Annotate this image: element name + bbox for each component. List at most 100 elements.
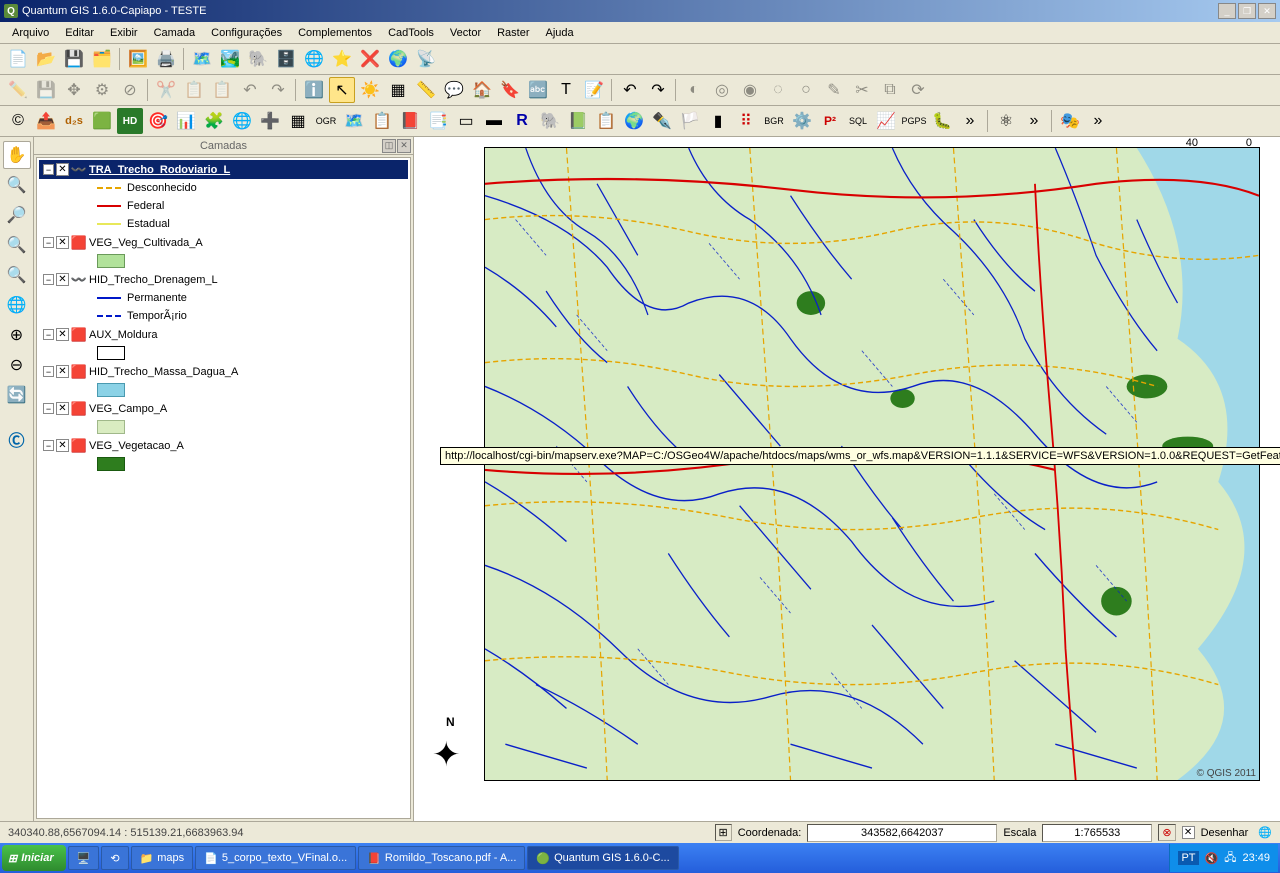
- open-project-icon[interactable]: 📂: [33, 46, 59, 72]
- add-wfs-icon[interactable]: 🌍: [385, 46, 411, 72]
- panel-undock-icon[interactable]: ◫: [382, 139, 396, 153]
- export-icon[interactable]: 📤: [33, 108, 59, 134]
- redo-icon[interactable]: ↷: [265, 77, 291, 103]
- move-feature-icon[interactable]: ✥: [61, 77, 87, 103]
- layer-veg-vegetacao[interactable]: − ✕ 🟥 VEG_Vegetacao_A: [39, 436, 408, 455]
- save-as-icon[interactable]: 🗂️: [89, 46, 115, 72]
- taskbar-item-doc[interactable]: 📄 5_corpo_texto_VFinal.o...: [195, 846, 356, 870]
- plugin-pdf-icon[interactable]: 📕: [397, 108, 423, 134]
- layer-checkbox[interactable]: ✕: [56, 273, 69, 286]
- panel-close-icon[interactable]: ✕: [397, 139, 411, 153]
- menu-camada[interactable]: Camada: [146, 24, 204, 42]
- select-icon[interactable]: ↖: [329, 77, 355, 103]
- redo2-icon[interactable]: ↷: [645, 77, 671, 103]
- add-raster-icon[interactable]: 🏞️: [217, 46, 243, 72]
- addring-icon[interactable]: ◎: [709, 77, 735, 103]
- menu-vector[interactable]: Vector: [442, 24, 489, 42]
- remove-layer-icon[interactable]: ❌: [357, 46, 383, 72]
- pan-icon[interactable]: ✋: [3, 141, 31, 169]
- collapse-icon[interactable]: −: [43, 237, 54, 248]
- measure-icon[interactable]: 📏: [413, 77, 439, 103]
- menu-cadtools[interactable]: CadTools: [380, 24, 442, 42]
- hd-icon[interactable]: HD: [117, 108, 143, 134]
- layer-hid-massa-dagua[interactable]: − ✕ 🟥 HID_Trecho_Massa_Dagua_A: [39, 362, 408, 381]
- simplify-icon[interactable]: ◐: [681, 77, 707, 103]
- quicklaunch-icon[interactable]: 🖥️: [68, 846, 100, 870]
- add-wms-icon[interactable]: 🌐: [301, 46, 327, 72]
- menu-arquivo[interactable]: Arquivo: [4, 24, 57, 42]
- plugin-mask-icon[interactable]: 🎭: [1057, 108, 1083, 134]
- form-annotation-icon[interactable]: 📝: [581, 77, 607, 103]
- copyright-icon[interactable]: ©: [5, 108, 31, 134]
- undo-icon[interactable]: ↶: [237, 77, 263, 103]
- lang-indicator[interactable]: PT: [1178, 851, 1198, 865]
- zoom-out-icon[interactable]: 🔎: [3, 201, 31, 229]
- taskbar-item-qgis[interactable]: 🟢 Quantum GIS 1.6.0-C...: [527, 846, 678, 870]
- addpart-icon[interactable]: ◉: [737, 77, 763, 103]
- plugin-table-icon[interactable]: 📋: [593, 108, 619, 134]
- plugin-plus-icon[interactable]: ➕: [257, 108, 283, 134]
- bookmark-icon[interactable]: 🔖: [497, 77, 523, 103]
- print-icon[interactable]: 🖨️: [153, 46, 179, 72]
- plugin-more3-icon[interactable]: »: [1085, 108, 1111, 134]
- plugin-grid-icon[interactable]: ▦: [285, 108, 311, 134]
- plugin-ogr-icon[interactable]: OGR: [313, 108, 339, 134]
- plugin-gear-icon[interactable]: ⚙️: [789, 108, 815, 134]
- plugin-sql-icon[interactable]: SQL: [845, 108, 871, 134]
- layer-hid-drenagem[interactable]: − ✕ 〰️ HID_Trecho_Drenagem_L: [39, 270, 408, 289]
- identify-icon[interactable]: ℹ️: [301, 77, 327, 103]
- cut-icon[interactable]: ✂️: [153, 77, 179, 103]
- tray-icon[interactable]: 🔇: [1205, 852, 1219, 865]
- projection-icon[interactable]: 🌐: [1254, 826, 1276, 839]
- layer-aux-moldura[interactable]: − ✕ 🟥 AUX_Moldura: [39, 325, 408, 344]
- layer-tree[interactable]: − ✕ 〰️ TRA_Trecho_Rodoviario_L Desconhec…: [36, 157, 411, 819]
- plugin-rect-icon[interactable]: ▭: [453, 108, 479, 134]
- plugin-flag-icon[interactable]: 🏳️: [677, 108, 703, 134]
- tray-icon[interactable]: 🖧: [1224, 849, 1236, 868]
- histogram-icon[interactable]: 📊: [173, 108, 199, 134]
- reshape-icon[interactable]: ✎: [821, 77, 847, 103]
- plugin-paste-icon[interactable]: 📋: [369, 108, 395, 134]
- maximize-button[interactable]: ❐: [1238, 3, 1256, 19]
- info-c-icon[interactable]: Ⓒ: [3, 425, 31, 453]
- maptips-icon[interactable]: 💬: [441, 77, 467, 103]
- new-shapefile-icon[interactable]: ⭐: [329, 46, 355, 72]
- layer-checkbox[interactable]: ✕: [56, 439, 69, 452]
- close-button[interactable]: ✕: [1258, 3, 1276, 19]
- plugin-barcode-icon[interactable]: ▮: [705, 108, 731, 134]
- plugin-graph-icon[interactable]: 📈: [873, 108, 899, 134]
- taskbar-item-pdf[interactable]: 📕 Romildo_Toscano.pdf - A...: [358, 846, 525, 870]
- deletepart-icon[interactable]: ○: [793, 77, 819, 103]
- plugin-more-icon[interactable]: »: [957, 108, 983, 134]
- quicklaunch-icon[interactable]: ⟲: [101, 846, 128, 870]
- scale-input[interactable]: [1047, 827, 1147, 839]
- merge-icon[interactable]: ⧉: [877, 77, 903, 103]
- new-project-icon[interactable]: 📄: [5, 46, 31, 72]
- menu-editar[interactable]: Editar: [57, 24, 102, 42]
- edit-toggle-icon[interactable]: ✏️: [5, 77, 31, 103]
- layer-veg-campo[interactable]: − ✕ 🟥 VEG_Campo_A: [39, 399, 408, 418]
- plugin-bgr-icon[interactable]: BGR: [761, 108, 787, 134]
- zoom-last-icon[interactable]: ⊕: [3, 321, 31, 349]
- minimize-button[interactable]: _: [1218, 3, 1236, 19]
- copy-icon[interactable]: 📋: [181, 77, 207, 103]
- undo2-icon[interactable]: ↶: [617, 77, 643, 103]
- annotation-icon[interactable]: T: [553, 77, 579, 103]
- zoom-in-icon[interactable]: 🔍: [3, 171, 31, 199]
- refresh-icon[interactable]: 🔄: [3, 381, 31, 409]
- system-tray[interactable]: PT 🔇 🖧 23:49: [1169, 844, 1278, 872]
- collapse-icon[interactable]: −: [43, 164, 54, 175]
- menu-configuracoes[interactable]: Configurações: [203, 24, 290, 42]
- save-project-icon[interactable]: 💾: [61, 46, 87, 72]
- deletering-icon[interactable]: ◌: [765, 77, 791, 103]
- add-vector-icon[interactable]: 🗺️: [189, 46, 215, 72]
- collapse-icon[interactable]: −: [43, 403, 54, 414]
- plugin-nodes-icon[interactable]: ⚛: [993, 108, 1019, 134]
- plugin-layer-icon[interactable]: 🧩: [201, 108, 227, 134]
- layer-checkbox[interactable]: ✕: [56, 402, 69, 415]
- taskbar-item-maps[interactable]: 📁 maps: [131, 846, 194, 870]
- zoom-layer-icon[interactable]: 🔍: [3, 261, 31, 289]
- plugin-r-icon[interactable]: R: [509, 108, 535, 134]
- delete-selected-icon[interactable]: ⊘: [117, 77, 143, 103]
- layer-checkbox[interactable]: ✕: [56, 365, 69, 378]
